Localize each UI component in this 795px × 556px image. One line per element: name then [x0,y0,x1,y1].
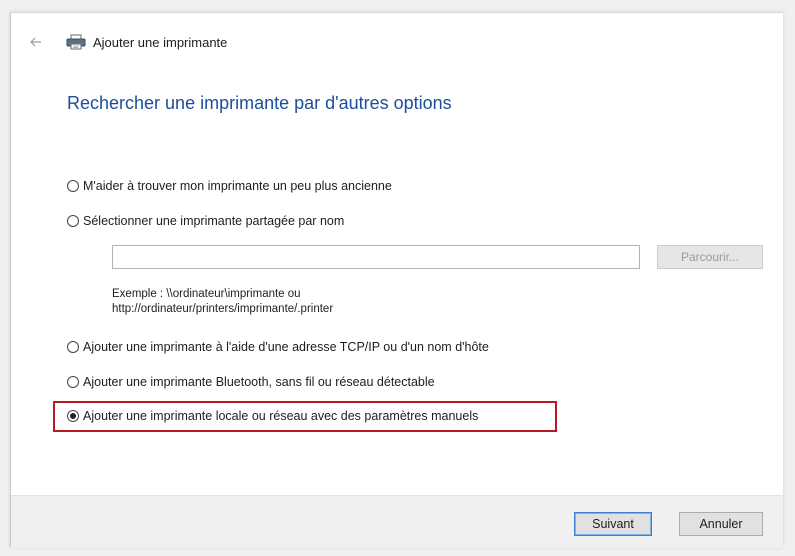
radio-option-bluetooth-wireless[interactable]: Ajouter une imprimante Bluetooth, sans f… [67,375,435,389]
example-line-1: Exemple : \\ordinateur\imprimante ou [112,288,301,300]
radio-option-shared-by-name[interactable]: Sélectionner une imprimante partagée par… [67,214,344,228]
shared-printer-name-input[interactable] [112,245,640,269]
radio-option-label: Sélectionner une imprimante partagée par… [83,214,345,228]
radio-button[interactable] [67,180,79,192]
radio-option-label: M'aider à trouver mon imprimante un peu … [83,179,392,193]
browse-button[interactable]: Parcourir... [657,245,763,269]
window-title: Ajouter une imprimante [93,35,228,50]
radio-option-tcp-ip[interactable]: Ajouter une imprimante à l'aide d'une ad… [67,340,489,354]
radio-option-label: Ajouter une imprimante locale ou réseau … [83,409,479,423]
back-arrow-icon[interactable] [29,35,43,49]
radio-button[interactable] [67,215,79,227]
example-line-2: http://ordinateur/printers/imprimante/.p… [112,303,334,315]
example-hint: Exemple : \\ordinateur\imprimante ou htt… [112,287,333,317]
dialog-footer: Suivant Annuler [11,495,783,548]
radio-option-label: Ajouter une imprimante Bluetooth, sans f… [83,375,435,389]
cancel-button[interactable]: Annuler [679,512,763,536]
radio-button-selected[interactable] [67,410,79,422]
radio-button[interactable] [67,376,79,388]
radio-option-older-printer[interactable]: M'aider à trouver mon imprimante un peu … [67,179,392,193]
screenshot-frame: Ajouter une imprimante Rechercher une im… [0,0,795,556]
printer-icon [66,34,86,50]
radio-button[interactable] [67,341,79,353]
radio-option-local-manual[interactable]: Ajouter une imprimante locale ou réseau … [67,409,478,423]
next-button[interactable]: Suivant [574,512,652,536]
radio-option-label: Ajouter une imprimante à l'aide d'une ad… [83,340,489,354]
add-printer-dialog: Ajouter une imprimante Rechercher une im… [10,12,783,548]
page-title: Rechercher une imprimante par d'autres o… [67,93,452,113]
